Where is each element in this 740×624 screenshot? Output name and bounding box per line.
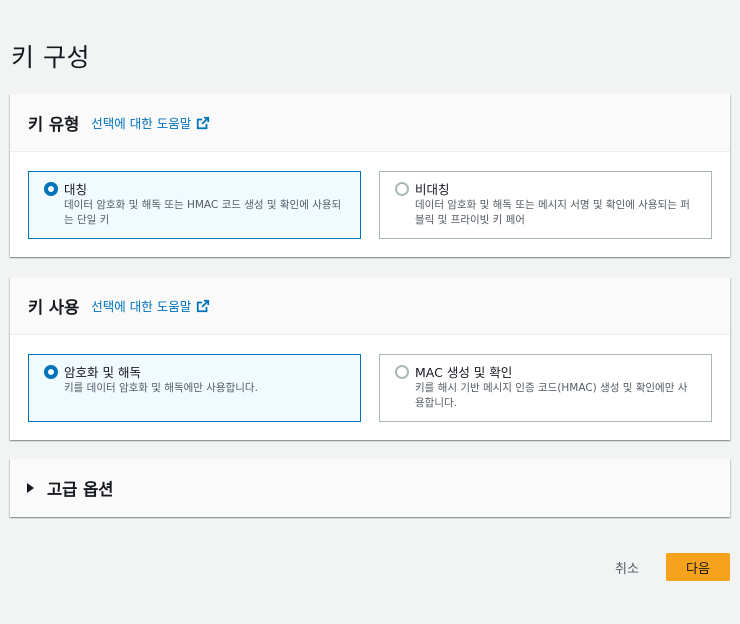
key-type-option-symmetric[interactable]: 대칭 데이터 암호화 및 해독 또는 HMAC 코드 생성 및 확인에 사용되는… [28,171,361,239]
key-usage-help-link[interactable]: 선택에 대한 도움말 [91,296,210,315]
next-button[interactable]: 다음 [666,553,730,581]
advanced-options-panel: 고급 옵션 [10,459,730,517]
option-label: 암호화 및 해독 [64,365,141,380]
key-usage-help-link-label: 선택에 대한 도움말 [91,299,192,314]
radio-unselected-icon[interactable] [395,365,409,379]
external-link-icon [197,299,210,312]
key-type-options: 대칭 데이터 암호화 및 해독 또는 HMAC 코드 생성 및 확인에 사용되는… [28,171,712,239]
key-usage-option-mac[interactable]: MAC 생성 및 확인 키를 해시 기반 메시지 인증 코드(HMAC) 생성 … [379,354,712,422]
option-label: 대칭 [64,182,88,197]
key-type-title: 키 유형 [28,114,80,134]
key-type-panel: 키 유형 선택에 대한 도움말 대칭 데이터 암호화 및 해독 또는 HMAC … [10,94,730,257]
page-title: 키 구성 [11,43,90,72]
key-type-help-link-label: 선택에 대한 도움말 [91,116,192,131]
caret-right-icon [27,483,34,493]
key-type-option-asymmetric[interactable]: 비대칭 데이터 암호화 및 해독 또는 메시지 서명 및 확인에 사용되는 퍼블… [379,171,712,239]
external-link-icon [197,116,210,129]
option-label: 비대칭 [415,182,450,197]
key-type-help-link[interactable]: 선택에 대한 도움말 [91,113,210,132]
advanced-options-title: 고급 옵션 [47,480,114,499]
option-description: 데이터 암호화 및 해독 또는 HMAC 코드 생성 및 확인에 사용되는 단일… [64,199,342,226]
radio-unselected-icon[interactable] [395,182,409,196]
key-usage-header: 키 사용 선택에 대한 도움말 [10,277,730,335]
cancel-button[interactable]: 취소 [598,553,656,581]
radio-selected-icon[interactable] [44,365,58,379]
option-label: MAC 생성 및 확인 [415,365,513,380]
option-description: 키를 데이터 암호화 및 해독에만 사용합니다. [64,382,258,394]
advanced-options-toggle[interactable]: 고급 옵션 [10,459,730,517]
key-usage-title: 키 사용 [28,297,80,317]
key-usage-option-encrypt-decrypt[interactable]: 암호화 및 해독 키를 데이터 암호화 및 해독에만 사용합니다. [28,354,361,422]
option-description: 키를 해시 기반 메시지 인증 코드(HMAC) 생성 및 확인에만 사용합니다… [415,382,688,409]
option-description: 데이터 암호화 및 해독 또는 메시지 서명 및 확인에 사용되는 퍼블릭 및 … [415,199,690,226]
radio-selected-icon[interactable] [44,182,58,196]
key-usage-panel: 키 사용 선택에 대한 도움말 암호화 및 해독 키를 데이터 암호화 및 해독… [10,277,730,440]
key-usage-options: 암호화 및 해독 키를 데이터 암호화 및 해독에만 사용합니다. MAC 생성… [28,354,712,422]
key-type-header: 키 유형 선택에 대한 도움말 [10,94,730,152]
